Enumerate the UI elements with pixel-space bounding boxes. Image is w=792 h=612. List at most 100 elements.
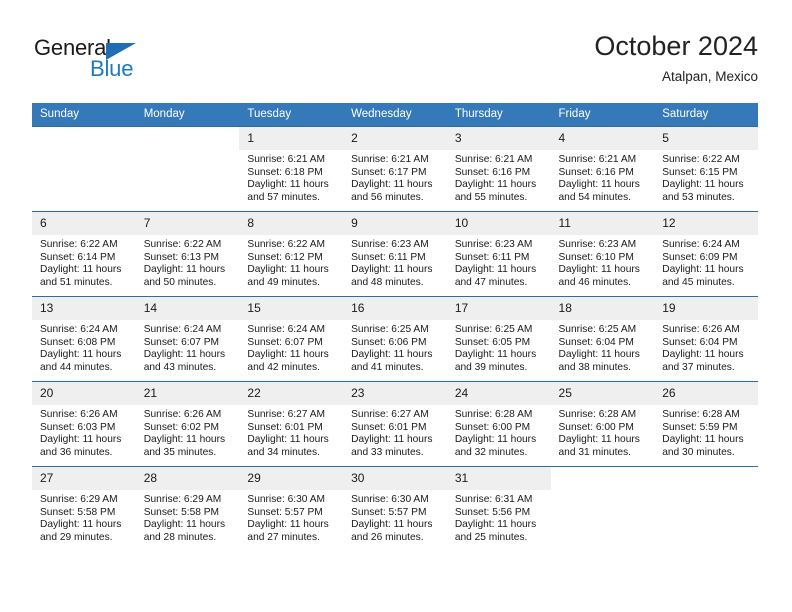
- daylight-text-line2: and 49 minutes.: [247, 276, 320, 288]
- daylight-text-line2: and 51 minutes.: [40, 276, 113, 288]
- page-header: General Blue October 2024 Atalpan, Mexic…: [34, 30, 758, 92]
- daylight-text-line1: Daylight: 11 hours: [454, 434, 537, 446]
- calendar-day-cell[interactable]: 30 Sunrise: 6:30 AM Sunset: 5:57 PM Dayligh…: [343, 466, 447, 551]
- day-details: Sunrise: 6:26 AM Sunset: 6:03 PM Daylight:…: [32, 405, 136, 459]
- calendar-day-cell[interactable]: 12 Sunrise: 6:24 AM Sunset: 6:09 PM Dayligh…: [654, 211, 758, 297]
- daylight-text-line2: and 44 minutes.: [40, 361, 113, 373]
- sunset-text: Sunset: 5:57 PM: [247, 506, 323, 518]
- sunset-text: Sunset: 6:13 PM: [143, 251, 220, 263]
- sunrise-text: Sunrise: 6:28 AM: [662, 409, 740, 420]
- calendar-day-cell[interactable]: 5 Sunrise: 6:22 AM Sunset: 6:15 PM Daylight…: [654, 126, 758, 212]
- daylight-text-line1: Daylight: 11 hours: [662, 349, 744, 361]
- calendar-day-cell[interactable]: 20 Sunrise: 6:26 AM Sunset: 6:03 PM Dayligh…: [32, 381, 136, 467]
- calendar-day-cell[interactable]: 17 Sunrise: 6:25 AM Sunset: 6:05 PM Dayligh…: [446, 296, 551, 382]
- daylight-text-line1: Daylight: 11 hours: [40, 519, 122, 531]
- daylight-text-line2: and 34 minutes.: [247, 446, 320, 458]
- calendar-day-cell[interactable]: 23 Sunrise: 6:27 AM Sunset: 6:01 PM Dayligh…: [343, 381, 447, 467]
- calendar-day-cell[interactable]: 18 Sunrise: 6:25 AM Sunset: 6:04 PM Dayligh…: [550, 296, 655, 382]
- daylight-text-line2: and 57 minutes.: [247, 191, 320, 203]
- sunrise-text: Sunrise: 6:23 AM: [454, 239, 533, 250]
- sunset-text: Sunset: 6:09 PM: [662, 251, 738, 263]
- day-details: Sunrise: 6:29 AM Sunset: 5:58 PM Daylight:…: [32, 490, 136, 544]
- calendar-day-cell[interactable]: 4 Sunrise: 6:21 AM Sunset: 6:16 PM Daylight…: [550, 126, 655, 212]
- calendar-day-cell[interactable]: 31 Sunrise: 6:31 AM Sunset: 5:56 PM Dayligh…: [446, 466, 551, 551]
- daylight-text-line1: Daylight: 11 hours: [143, 349, 226, 361]
- sunrise-text: Sunrise: 6:26 AM: [662, 324, 740, 335]
- daylight-text-line2: and 30 minutes.: [662, 446, 735, 458]
- calendar-day-cell[interactable]: 11 Sunrise: 6:23 AM Sunset: 6:10 PM Dayligh…: [550, 211, 655, 297]
- daylight-text-line1: Daylight: 11 hours: [143, 264, 226, 276]
- day-details: Sunrise: 6:28 AM Sunset: 5:59 PM Daylight:…: [654, 405, 758, 459]
- daylight-text-line2: and 42 minutes.: [247, 361, 320, 373]
- sunrise-text: Sunrise: 6:22 AM: [247, 239, 325, 250]
- sunrise-text: Sunrise: 6:24 AM: [143, 324, 222, 335]
- calendar-day-cell[interactable]: 3 Sunrise: 6:21 AM Sunset: 6:16 PM Daylight…: [446, 126, 551, 212]
- generalblue-logo[interactable]: General Blue: [34, 35, 254, 91]
- calendar-day-cell[interactable]: 15 Sunrise: 6:24 AM Sunset: 6:07 PM Dayligh…: [239, 296, 344, 382]
- day-number: 26: [654, 382, 758, 405]
- calendar-day-cell[interactable]: 10 Sunrise: 6:23 AM Sunset: 6:11 PM Dayligh…: [446, 211, 551, 297]
- daylight-text-line1: Daylight: 11 hours: [662, 434, 744, 446]
- calendar-day-cell[interactable]: 6 Sunrise: 6:22 AM Sunset: 6:14 PM Daylight…: [32, 211, 136, 297]
- day-details: Sunrise: 6:21 AM Sunset: 6:18 PM Daylight:…: [239, 150, 343, 204]
- daylight-text-line2: and 27 minutes.: [247, 531, 320, 543]
- day-number: 20: [32, 382, 136, 405]
- daylight-text-line1: Daylight: 11 hours: [247, 434, 329, 446]
- sunset-text: Sunset: 5:57 PM: [351, 506, 427, 518]
- calendar-header-row: Sunday Monday Tuesday Wednesday Thursday…: [32, 103, 758, 127]
- calendar-day-cell[interactable]: 26 Sunrise: 6:28 AM Sunset: 5:59 PM Dayligh…: [654, 381, 758, 467]
- sunrise-text: Sunrise: 6:24 AM: [247, 324, 325, 335]
- sunrise-text: Sunrise: 6:22 AM: [40, 239, 118, 250]
- calendar-day-cell[interactable]: 24 Sunrise: 6:28 AM Sunset: 6:00 PM Dayligh…: [446, 381, 551, 467]
- daylight-text-line1: Daylight: 11 hours: [454, 519, 537, 531]
- calendar-day-cell[interactable]: 9 Sunrise: 6:23 AM Sunset: 6:11 PM Daylight…: [343, 211, 447, 297]
- calendar-day-cell[interactable]: 22 Sunrise: 6:27 AM Sunset: 6:01 PM Dayligh…: [239, 381, 344, 467]
- day-number: 19: [654, 297, 758, 320]
- calendar-day-cell[interactable]: 27 Sunrise: 6:29 AM Sunset: 5:58 PM Dayligh…: [32, 466, 136, 551]
- sunset-text: Sunset: 5:59 PM: [662, 421, 738, 433]
- day-details: Sunrise: 6:24 AM Sunset: 6:07 PM Daylight:…: [239, 320, 343, 374]
- calendar-page: General Blue October 2024 Atalpan, Mexic…: [0, 0, 792, 612]
- day-details: Sunrise: 6:28 AM Sunset: 6:00 PM Daylight:…: [447, 405, 551, 459]
- sunset-text: Sunset: 6:03 PM: [40, 421, 116, 433]
- daylight-text-line1: Daylight: 11 hours: [143, 434, 226, 446]
- day-number: 22: [239, 382, 344, 405]
- day-details: Sunrise: 6:24 AM Sunset: 6:08 PM Daylight:…: [32, 320, 136, 374]
- day-details: Sunrise: 6:26 AM Sunset: 6:02 PM Daylight:…: [136, 405, 240, 459]
- day-details: Sunrise: 6:27 AM Sunset: 6:01 PM Daylight:…: [239, 405, 343, 459]
- weekday-header-thursday: Thursday: [446, 103, 551, 127]
- day-number: 9: [343, 212, 447, 235]
- calendar-day-cell[interactable]: 29 Sunrise: 6:30 AM Sunset: 5:57 PM Dayligh…: [239, 466, 344, 551]
- daylight-text-line2: and 36 minutes.: [40, 446, 113, 458]
- calendar-day-cell[interactable]: 19 Sunrise: 6:26 AM Sunset: 6:04 PM Dayligh…: [654, 296, 758, 382]
- calendar-day-cell[interactable]: 1 Sunrise: 6:21 AM Sunset: 6:18 PM Daylight…: [239, 126, 344, 212]
- day-number: 25: [550, 382, 655, 405]
- weekday-header-tuesday: Tuesday: [239, 103, 344, 127]
- calendar-week-row: 1 Sunrise: 6:21 AM Sunset: 6:18 PM Daylight…: [32, 126, 758, 212]
- calendar-body: 1 Sunrise: 6:21 AM Sunset: 6:18 PM Daylight…: [32, 126, 758, 551]
- daylight-text-line2: and 50 minutes.: [143, 276, 217, 288]
- daylight-text-line2: and 53 minutes.: [662, 191, 735, 203]
- calendar-day-cell[interactable]: 28 Sunrise: 6:29 AM Sunset: 5:58 PM Dayligh…: [135, 466, 240, 551]
- day-number: 10: [446, 212, 551, 235]
- calendar-day-cell[interactable]: 7 Sunrise: 6:22 AM Sunset: 6:13 PM Daylight…: [135, 211, 240, 297]
- calendar-day-cell[interactable]: 21 Sunrise: 6:26 AM Sunset: 6:02 PM Dayligh…: [135, 381, 240, 467]
- daylight-text-line1: Daylight: 11 hours: [558, 179, 640, 191]
- day-details: Sunrise: 6:22 AM Sunset: 6:14 PM Daylight:…: [32, 235, 136, 289]
- day-number: 15: [239, 297, 344, 320]
- calendar-day-cell[interactable]: 16 Sunrise: 6:25 AM Sunset: 6:06 PM Dayligh…: [343, 296, 447, 382]
- day-number: 24: [446, 382, 551, 405]
- daylight-text-line2: and 55 minutes.: [454, 191, 528, 203]
- calendar-day-cell[interactable]: 14 Sunrise: 6:24 AM Sunset: 6:07 PM Dayligh…: [135, 296, 240, 382]
- day-details: Sunrise: 6:30 AM Sunset: 5:57 PM Daylight:…: [343, 490, 447, 544]
- day-details: Sunrise: 6:27 AM Sunset: 6:01 PM Daylight:…: [343, 405, 447, 459]
- day-details: Sunrise: 6:21 AM Sunset: 6:17 PM Daylight:…: [343, 150, 447, 204]
- daylight-text-line1: Daylight: 11 hours: [247, 519, 329, 531]
- calendar-day-cell[interactable]: 25 Sunrise: 6:28 AM Sunset: 6:00 PM Dayligh…: [550, 381, 655, 467]
- calendar-day-cell[interactable]: 2 Sunrise: 6:21 AM Sunset: 6:17 PM Daylight…: [343, 126, 447, 212]
- calendar-day-cell[interactable]: 13 Sunrise: 6:24 AM Sunset: 6:08 PM Dayligh…: [32, 296, 136, 382]
- day-details: Sunrise: 6:25 AM Sunset: 6:06 PM Daylight:…: [343, 320, 447, 374]
- sunset-text: Sunset: 5:58 PM: [40, 506, 116, 518]
- calendar-week-row: 20 Sunrise: 6:26 AM Sunset: 6:03 PM Dayligh…: [32, 381, 758, 467]
- calendar-day-cell[interactable]: 8 Sunrise: 6:22 AM Sunset: 6:12 PM Daylight…: [239, 211, 344, 297]
